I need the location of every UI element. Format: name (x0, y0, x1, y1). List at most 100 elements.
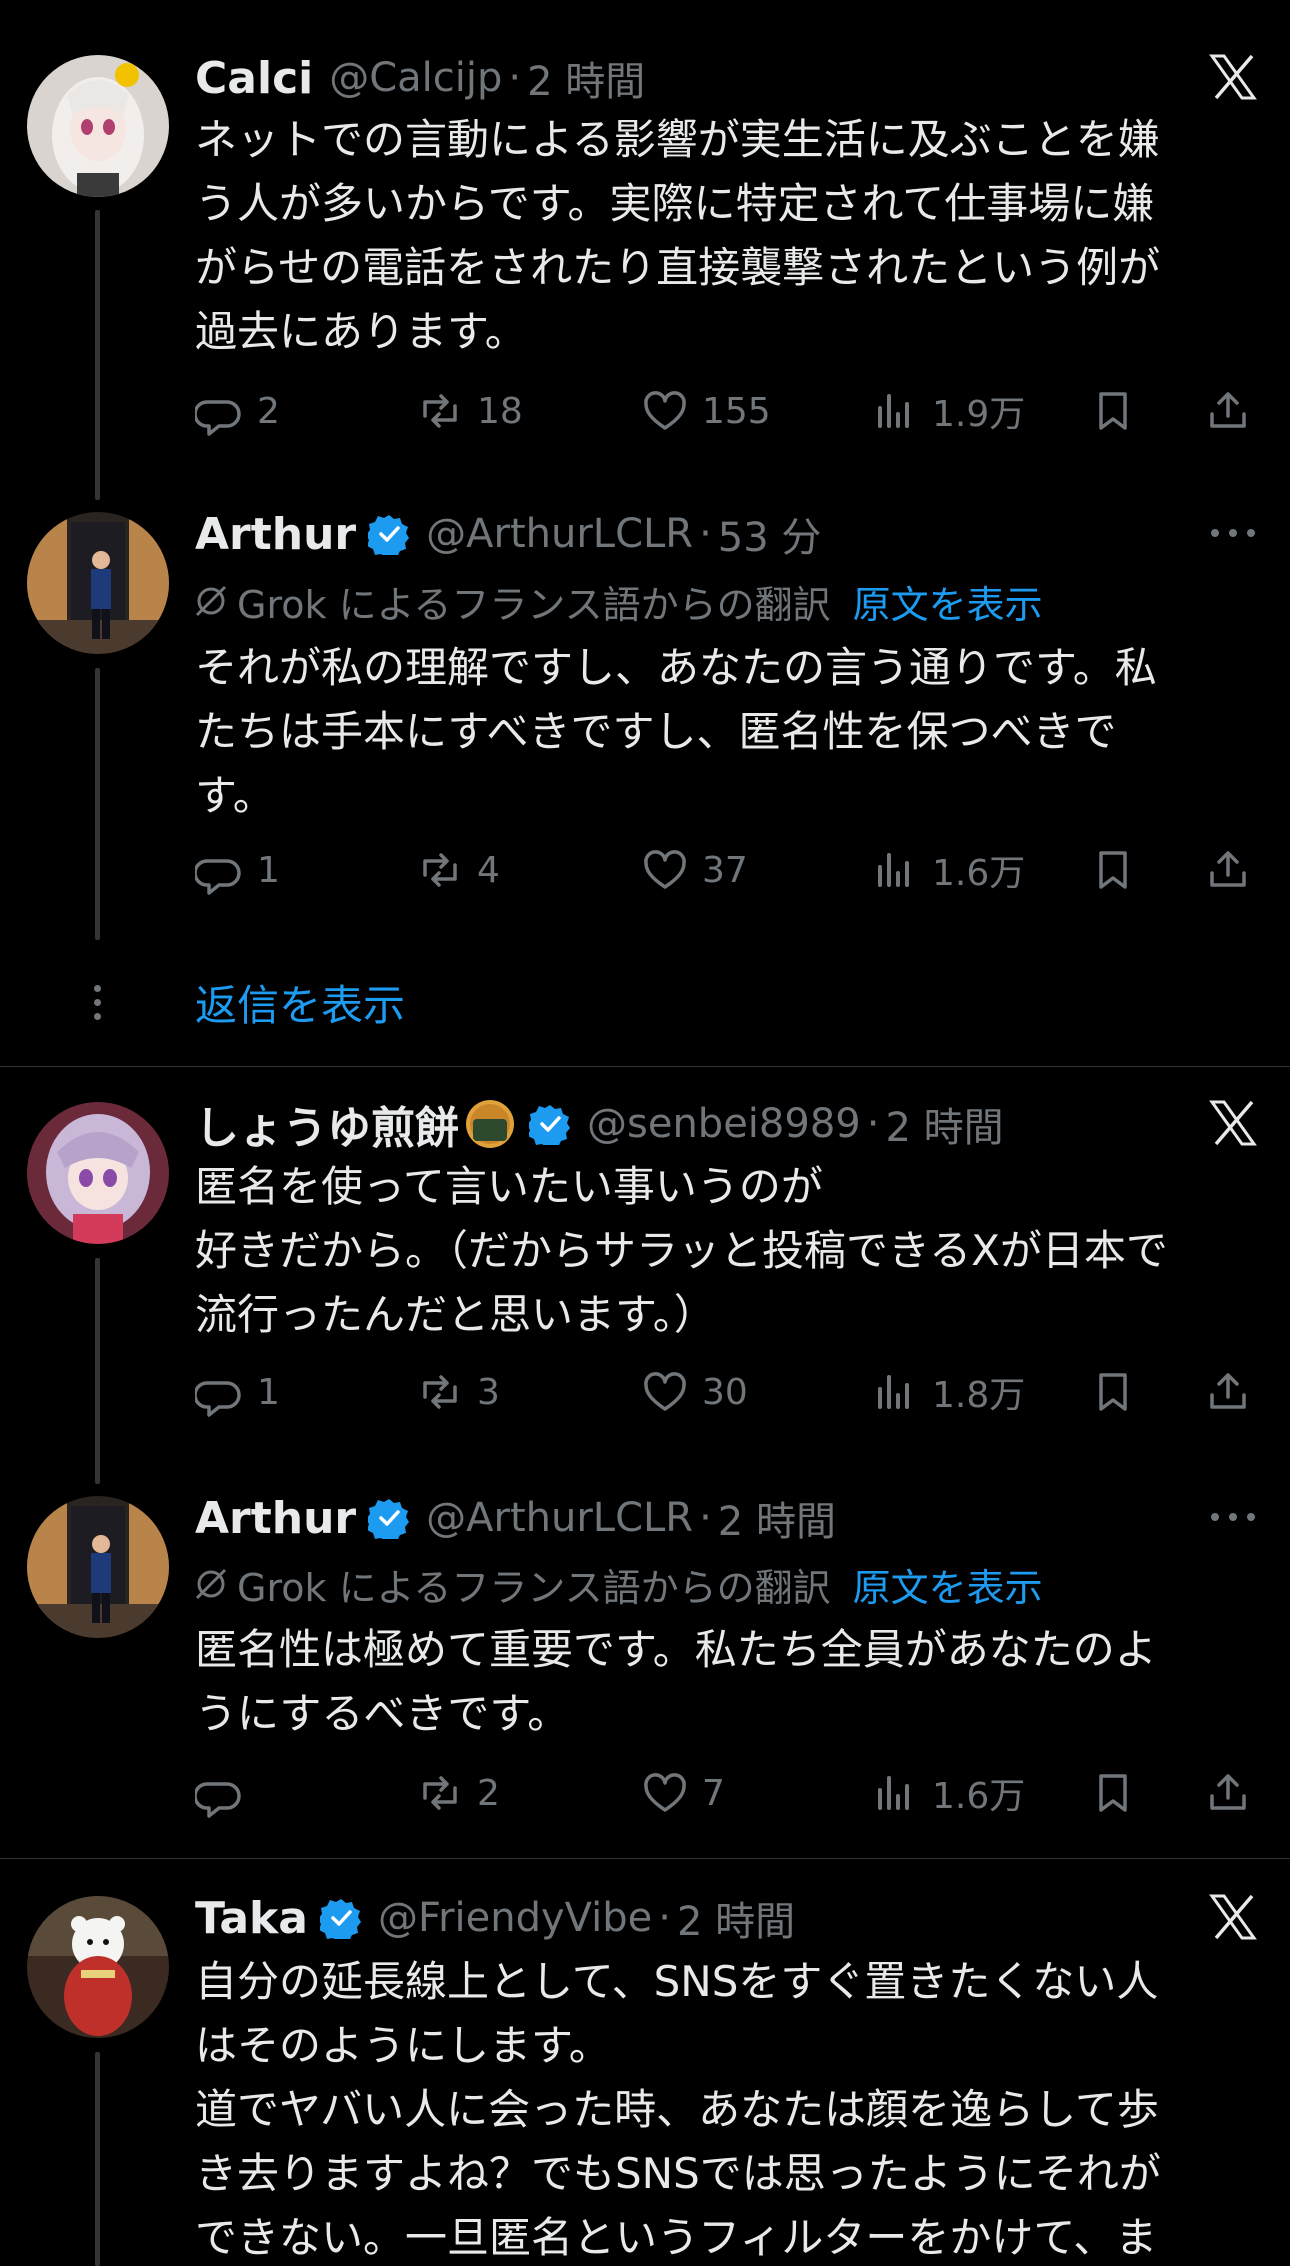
heart-icon (644, 1372, 686, 1411)
more-icon[interactable] (1206, 1490, 1260, 1544)
translation-label: Grok によるフランス語からの翻訳 (237, 1565, 831, 1610)
view-count: 1.9万 (932, 394, 1026, 435)
action-bar: 2 18 155 1.9万 (195, 383, 1260, 439)
view-count: 1.8万 (932, 1375, 1026, 1416)
views-icon (878, 853, 909, 887)
text-line: 匿名を使って言いたい事いうのが (195, 1162, 823, 1211)
share-button[interactable] (1203, 383, 1253, 439)
thread-line (95, 1258, 100, 1484)
verified-badge-icon (320, 1897, 362, 1939)
retweet-button[interactable]: 4 (415, 842, 500, 898)
thread-line (95, 668, 100, 940)
share-button[interactable] (1203, 842, 1253, 898)
user-handle[interactable]: @ArthurLCLR (426, 1495, 693, 1541)
heart-icon (644, 850, 686, 889)
display-name[interactable]: Calci (195, 53, 313, 104)
bookmark-icon (1099, 851, 1127, 889)
thread-line (95, 2052, 100, 2266)
avatar[interactable] (27, 512, 169, 654)
text-line: す。 (195, 771, 275, 820)
views-button[interactable]: 1.9万 (870, 383, 1025, 439)
tweet-header: Arthur @ArthurLCLR · 53 分 (195, 504, 1260, 564)
like-button[interactable]: 155 (640, 383, 771, 439)
avatar[interactable] (27, 1896, 169, 2038)
user-handle[interactable]: @FriendyVibe (378, 1895, 652, 1941)
views-icon (878, 394, 909, 428)
x-logo-icon (1206, 1890, 1260, 1944)
text-line: それが私の理解ですし、あなたの言う通りです。私 (195, 643, 1157, 692)
display-name[interactable]: Arthur (195, 509, 356, 560)
timestamp[interactable]: 2 時間 (527, 49, 645, 107)
tweet-text: ネットでの言動による影響が実生活に及ぶことを嫌 う人が多いからです。実際に特定さ… (195, 108, 1275, 364)
like-count: 30 (702, 1371, 748, 1413)
translate-icon (193, 1566, 229, 1602)
tweet-text: 自分の延長線上として、SNSをすぐ置きたくない人 はそのようにします。 道でヤバ… (195, 1950, 1275, 2266)
avatar[interactable] (27, 1102, 169, 1244)
reply-button[interactable]: 2 (195, 383, 280, 439)
translate-icon (193, 583, 229, 619)
views-button[interactable]: 1.6万 (870, 1765, 1025, 1821)
reply-button[interactable]: 1 (195, 842, 280, 898)
more-icon[interactable] (1206, 506, 1260, 560)
show-original-link[interactable]: 原文を表示 (853, 574, 1043, 629)
bookmark-button[interactable] (1088, 1765, 1138, 1821)
heart-icon (644, 391, 686, 430)
retweet-icon (423, 394, 457, 428)
divider (0, 1858, 1290, 1859)
separator-dot: · (508, 55, 522, 101)
bookmark-icon (1099, 392, 1127, 430)
tweet-text: 匿名を使って言いたい事いうのが 好きだから。（だからサラッと投稿できるXが日本で… (195, 1155, 1275, 1347)
text-line: たちは手本にすべきですし、匿名性を保つべきで (195, 707, 1117, 756)
thread-line (95, 210, 100, 500)
display-name[interactable]: Arthur (195, 1493, 356, 1544)
reply-button[interactable]: 1 (195, 1364, 280, 1420)
view-count: 1.6万 (932, 1776, 1026, 1817)
timestamp[interactable]: 2 時間 (718, 1489, 836, 1547)
avatar[interactable] (27, 55, 169, 197)
views-button[interactable]: 1.8万 (870, 1364, 1025, 1420)
tweet-header: Calci @Calcijp · 2 時間 (195, 48, 1260, 108)
retweet-count: 18 (477, 390, 523, 432)
thread-continuation-dots (91, 985, 103, 1027)
reply-button[interactable] (195, 1765, 257, 1821)
share-button[interactable] (1203, 1364, 1253, 1420)
user-handle[interactable]: @senbei8989 (587, 1101, 861, 1147)
timestamp[interactable]: 2 時間 (885, 1095, 1003, 1153)
share-button[interactable] (1203, 1765, 1253, 1821)
action-bar: 1 3 30 1.8万 (195, 1364, 1260, 1420)
separator-dot: · (699, 1495, 712, 1541)
user-handle[interactable]: @ArthurLCLR (426, 511, 693, 557)
display-name[interactable]: しょうゆ煎餅 (195, 1092, 459, 1156)
retweet-icon (423, 1375, 457, 1409)
text-line: 匿名性は極めて重要です。私たち全員があなたのよ (195, 1625, 1157, 1674)
avatar[interactable] (27, 1496, 169, 1638)
retweet-count: 2 (477, 1772, 500, 1814)
retweet-button[interactable]: 2 (415, 1765, 500, 1821)
views-button[interactable]: 1.6万 (870, 842, 1025, 898)
retweet-button[interactable]: 3 (415, 1364, 500, 1420)
text-line: がらせの電話をされたり直接襲撃されたという例が (195, 243, 1161, 292)
retweet-icon (423, 1776, 457, 1810)
retweet-button[interactable]: 18 (415, 383, 523, 439)
share-icon (1210, 1373, 1246, 1409)
like-button[interactable]: 37 (640, 842, 748, 898)
action-bar: 1 4 37 1.6万 (195, 842, 1260, 898)
text-line: 自分の延長線上として、SNSをすぐ置きたくない人 (195, 1957, 1159, 2006)
bookmark-icon (1099, 1373, 1127, 1411)
timestamp[interactable]: 53 分 (718, 505, 822, 563)
display-name[interactable]: Taka (195, 1893, 308, 1944)
bookmark-button[interactable] (1088, 383, 1138, 439)
user-handle[interactable]: @Calcijp (329, 55, 502, 101)
share-icon (1210, 392, 1246, 428)
reply-count: 1 (257, 1371, 280, 1413)
show-original-link[interactable]: 原文を表示 (853, 1557, 1043, 1612)
timestamp[interactable]: 2 時間 (677, 1889, 795, 1947)
views-icon (878, 1375, 909, 1409)
separator-dot: · (658, 1895, 671, 1941)
tweet-header: しょうゆ煎餅 @senbei8989 · 2 時間 (195, 1094, 1260, 1154)
bookmark-button[interactable] (1088, 842, 1138, 898)
show-replies-link[interactable]: 返信を表示 (195, 972, 405, 1033)
like-button[interactable]: 30 (640, 1364, 748, 1420)
like-button[interactable]: 7 (640, 1765, 725, 1821)
bookmark-button[interactable] (1088, 1364, 1138, 1420)
